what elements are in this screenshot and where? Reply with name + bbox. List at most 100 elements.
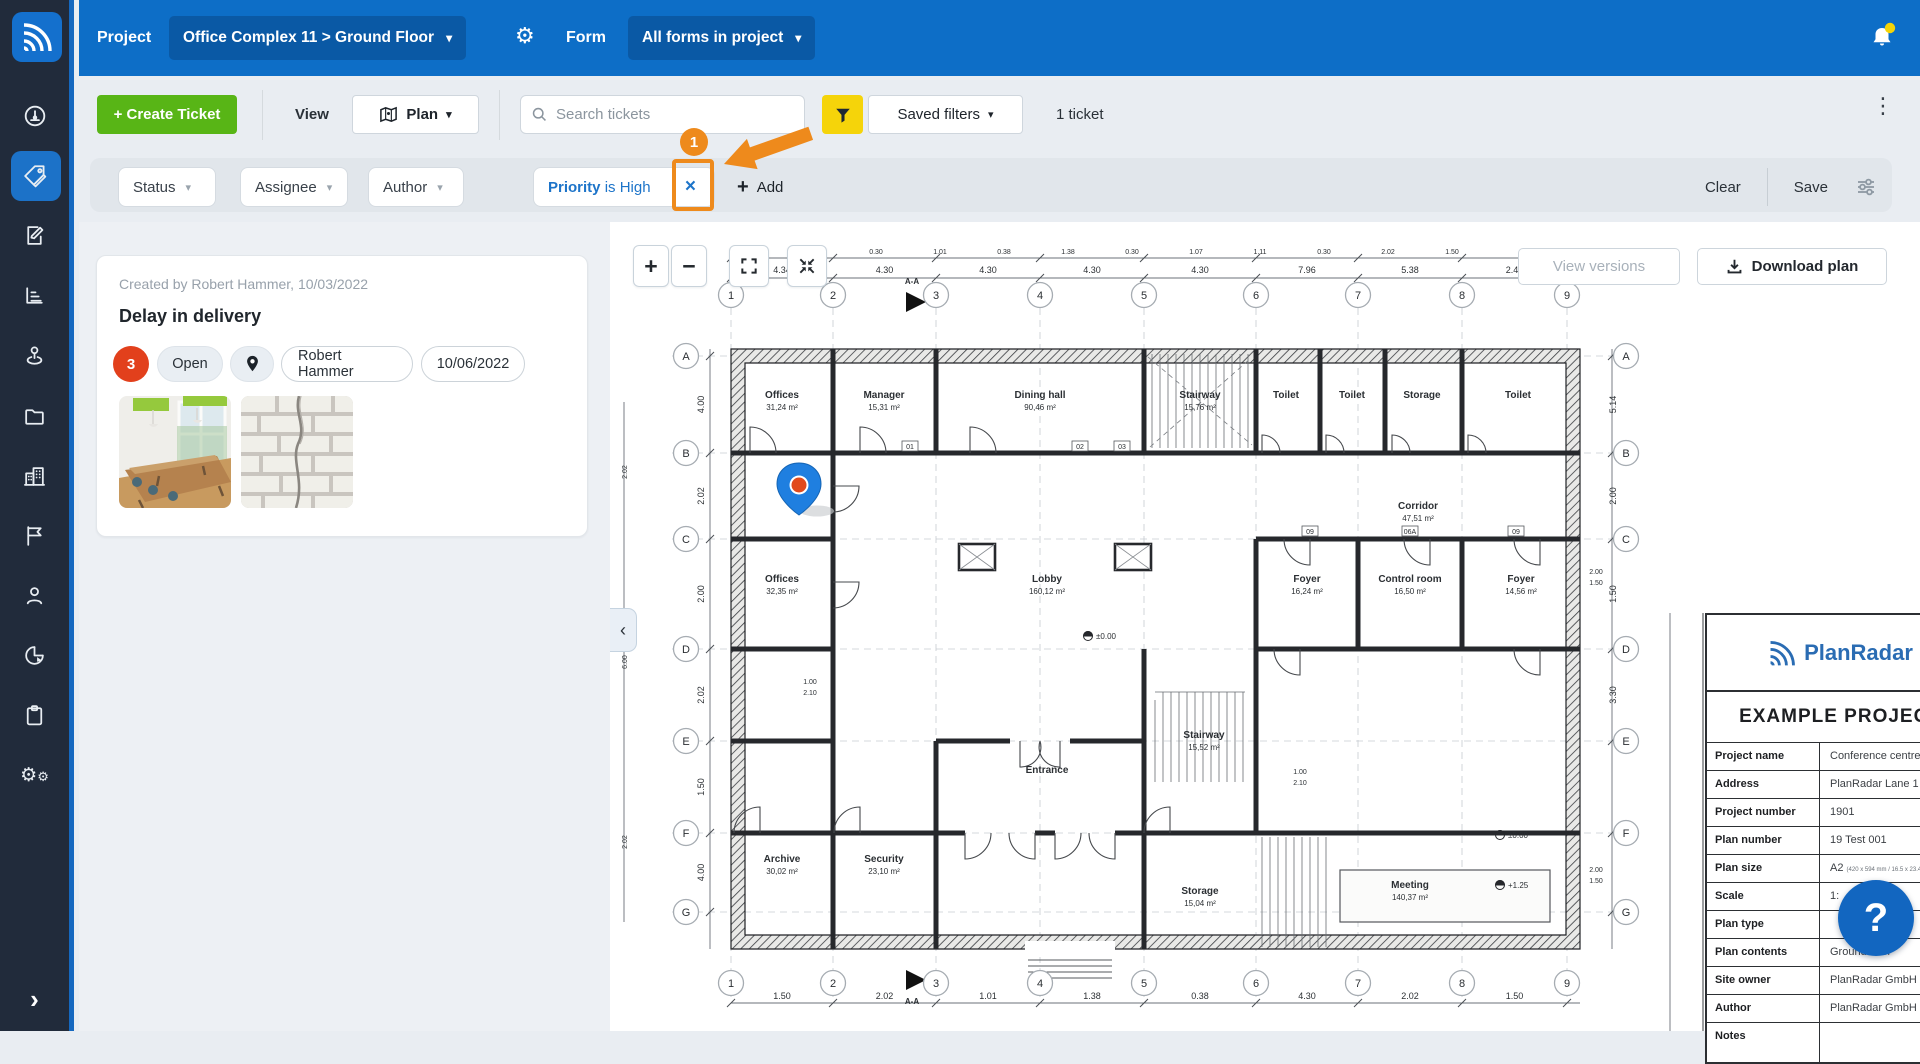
search-input[interactable] (556, 106, 794, 123)
project-settings-gear-icon[interactable]: ⚙ (515, 24, 535, 49)
door-tag-label: 02 (1076, 444, 1084, 451)
pin-icon (245, 355, 260, 373)
ticket-card[interactable]: Created by Robert Hammer, 10/03/2022 Del… (96, 255, 588, 537)
filter-button[interactable] (822, 95, 863, 134)
sidebar-item-forms[interactable] (0, 211, 69, 259)
dimension-left: 2.02 (696, 686, 706, 704)
ticket-map-pin[interactable] (777, 463, 834, 517)
sliders-icon[interactable] (1854, 175, 1878, 199)
chevron-down-icon: ▾ (446, 31, 452, 45)
toolbar-divider (262, 90, 263, 140)
room-label: Stairway (1179, 390, 1221, 401)
filter-status-dropdown[interactable]: Status ▾ (118, 167, 216, 207)
notifications-button[interactable] (1865, 20, 1899, 59)
tb-value: 1901 (1819, 799, 1920, 826)
zoom-out-button[interactable]: − (671, 245, 707, 287)
dimension-bottom: 1.50 (1506, 991, 1524, 1001)
remove-priority-filter-button[interactable]: × (681, 176, 700, 198)
title-block-title: EXAMPLE PROJECT (1707, 690, 1920, 742)
dimension-far-left: 6.00 (622, 655, 629, 669)
grid-bubble-label: F (683, 828, 690, 840)
room-label: Offices (765, 390, 799, 401)
filter-priority-condition: is High (605, 179, 651, 196)
sidebar-item-dashboard[interactable] (0, 92, 69, 140)
plus-icon: + (737, 176, 749, 199)
saved-filters-dropdown[interactable]: Saved filters ▾ (868, 95, 1023, 134)
door-dimension: 2.10 (1293, 780, 1307, 787)
ticket-photo-meeting-room[interactable] (119, 396, 231, 508)
ticket-list-panel: Created by Robert Hammer, 10/03/2022 Del… (79, 222, 610, 1031)
sidebar-item-tickets[interactable] (11, 151, 61, 201)
ticket-photo-cracked-wall[interactable] (241, 396, 353, 508)
more-options-kebab[interactable]: ⋮ (1872, 94, 1894, 119)
planradar-logo[interactable] (12, 12, 62, 62)
room-label: Foyer (1293, 574, 1320, 585)
collapse-arrows-icon (797, 256, 817, 276)
ticket-status-chip[interactable]: Open (157, 346, 223, 382)
view-mode-dropdown[interactable]: Plan ▾ (352, 95, 479, 134)
door-tag-label: 06A (1404, 529, 1417, 536)
tb-value: PlanRadar GmbH (1819, 995, 1920, 1022)
room-area: 47,51 m² (1402, 514, 1434, 523)
ticket-priority-badge: 3 (113, 346, 149, 382)
room-area: 140,37 m² (1392, 893, 1428, 902)
sidebar-item-statistics[interactable] (0, 271, 69, 319)
grid-bubble-label: E (1622, 736, 1629, 748)
sidebar-item-contacts[interactable] (0, 571, 69, 619)
view-versions-button[interactable]: View versions (1518, 248, 1680, 285)
search-icon (531, 106, 548, 123)
ticket-duedate-chip[interactable]: 10/06/2022 (421, 346, 525, 382)
add-filter-button[interactable]: + Add (737, 167, 783, 207)
sidebar-item-site-survey[interactable] (0, 331, 69, 379)
dimension-top-minor: 0.30 (1317, 249, 1331, 256)
view-versions-label: View versions (1553, 258, 1645, 275)
dimension-top-minor: 0.30 (869, 249, 883, 256)
sidebar-item-tasks[interactable] (0, 691, 69, 739)
fullscreen-button[interactable] (729, 245, 769, 287)
grid-bubble-label: C (682, 534, 690, 546)
clear-filters-button[interactable]: Clear (1705, 179, 1741, 196)
sidebar-item-analytics[interactable] (0, 631, 69, 679)
toolbar-divider (499, 90, 500, 140)
dimension-top-minor: 1.38 (1061, 249, 1075, 256)
fit-to-screen-button[interactable] (787, 245, 827, 287)
chevron-down-icon: ▾ (795, 31, 801, 45)
door-dimension: 1.00 (803, 679, 817, 686)
help-button[interactable]: ? (1838, 880, 1914, 956)
form-selector-value: All forms in project (642, 29, 783, 47)
sidebar-item-documents[interactable] (0, 392, 69, 440)
tb-label: Plan type (1707, 911, 1819, 938)
title-block-brand: PlanRadar (1804, 640, 1913, 666)
chevron-down-icon: ▾ (988, 108, 994, 121)
filter-priority-field: Priority (548, 179, 601, 196)
planradar-title-logo (1767, 638, 1797, 668)
filter-priority-pill[interactable]: Priority is High × (533, 167, 715, 207)
plan-title-block: PlanRadar EXAMPLE PROJECT Project nameCo… (1705, 613, 1920, 1064)
plan-viewer[interactable]: 112233445566778899AABBCCDDEEFFGGOffices3… (610, 222, 1920, 1031)
form-selector[interactable]: All forms in project ▾ (628, 16, 815, 60)
tb-label: Project number (1707, 799, 1819, 826)
grid-bubble-label: G (1622, 907, 1631, 919)
room-label: Meeting (1391, 880, 1429, 891)
sidebar-item-settings[interactable]: ⚙⚙ (0, 751, 69, 799)
download-plan-button[interactable]: Download plan (1697, 248, 1887, 285)
project-selector-value: Office Complex 11 > Ground Floor (183, 29, 434, 47)
project-selector[interactable]: Office Complex 11 > Ground Floor ▾ (169, 16, 466, 60)
ticket-assignee-chip[interactable]: Robert Hammer (281, 346, 413, 382)
create-ticket-button[interactable]: + Create Ticket (97, 95, 237, 134)
grid-bubble-label: A (682, 351, 690, 363)
sidebar-item-reports[interactable] (0, 511, 69, 559)
chart-icon (22, 283, 47, 308)
notification-dot (1885, 23, 1895, 33)
ticket-location-chip[interactable] (230, 346, 274, 382)
save-filters-button[interactable]: Save (1794, 179, 1828, 196)
sidebar-expand-button[interactable]: › (0, 975, 69, 1023)
collapse-panel-tab[interactable]: ‹ (610, 608, 637, 652)
room-label: Manager (863, 390, 904, 401)
door-dimension: 1.50 (1589, 580, 1603, 587)
filter-author-dropdown[interactable]: Author ▾ (368, 167, 464, 207)
sidebar-item-company[interactable] (0, 452, 69, 500)
chevron-down-icon: ▾ (327, 181, 333, 194)
zoom-in-button[interactable]: + (633, 245, 669, 287)
filter-assignee-dropdown[interactable]: Assignee ▾ (240, 167, 348, 207)
